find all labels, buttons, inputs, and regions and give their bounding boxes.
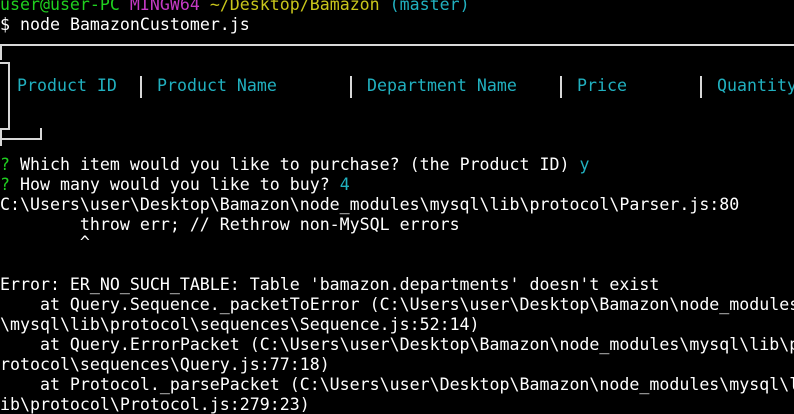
stack-line: rotocol\sequences\Query.js:77:18) [0, 355, 330, 374]
table-border-left-top [0, 44, 2, 60]
col-sep-1 [140, 76, 142, 98]
stack-line: \mysql\lib\protocol\sequences\Sequence.j… [0, 315, 480, 334]
stack-line: ib\protocol\Protocol.js:279:23) [0, 395, 310, 414]
header-product-id: Product ID [17, 76, 117, 95]
question-1: ? Which item would you like to purchase?… [0, 155, 589, 175]
table-border-left [8, 62, 10, 128]
question-2: ? How many would you like to buy? 4 [0, 175, 350, 195]
col-sep-2 [350, 76, 352, 98]
question-text: Which item would you like to purchase? (… [20, 155, 570, 174]
prompt-shell: MINGW64 [129, 0, 200, 14]
command-line: $ node BamazonCustomer.js [0, 15, 250, 35]
error-message: Error: ER_NO_SUCH_TABLE: Table 'bamazon.… [0, 275, 660, 294]
table-border-left-bottom [0, 128, 2, 146]
question-text: How many would you like to buy? [20, 175, 330, 194]
terminal-window[interactable]: user@user-PC MINGW64 ~/Desktop/Bamazon (… [0, 0, 794, 414]
error-location: C:\Users\user\Desktop\Bamazon\node_modul… [0, 195, 740, 214]
prompt-symbol: $ [0, 15, 10, 34]
stack-line: at Query.Sequence._packetToError (C:\Use… [0, 295, 794, 314]
table-bottom-border [0, 138, 42, 140]
error-code-line: throw err; // Rethrow non-MySQL errors [0, 215, 460, 234]
header-price: Price [577, 76, 627, 95]
question-marker: ? [0, 155, 10, 174]
question-marker: ? [0, 175, 10, 194]
command-text: node BamazonCustomer.js [20, 15, 250, 34]
header-quantity: Quantity [717, 76, 794, 95]
header-product-name: Product Name [157, 76, 277, 95]
prompt-user-host: user@user-PC [0, 0, 120, 14]
prompt-path: ~/Desktop/Bamazon [209, 0, 380, 14]
error-caret: ^ [0, 233, 90, 252]
header-department-name: Department Name [367, 76, 517, 95]
stack-line: at Protocol._parsePacket (C:\Users\user\… [0, 375, 794, 394]
stack-line: at Query.ErrorPacket (C:\Users\user\Desk… [0, 335, 794, 354]
product-table: Product ID Product Name Department Name … [0, 44, 794, 146]
question-answer: y [579, 155, 590, 174]
table-top-border [0, 44, 794, 46]
prompt-branch: (master) [389, 0, 470, 14]
col-sep-4 [700, 76, 702, 98]
table-bottom-tick [40, 128, 42, 140]
col-sep-3 [560, 76, 562, 98]
shell-prompt: user@user-PC MINGW64 ~/Desktop/Bamazon (… [0, 0, 470, 15]
question-answer: 4 [339, 175, 350, 194]
